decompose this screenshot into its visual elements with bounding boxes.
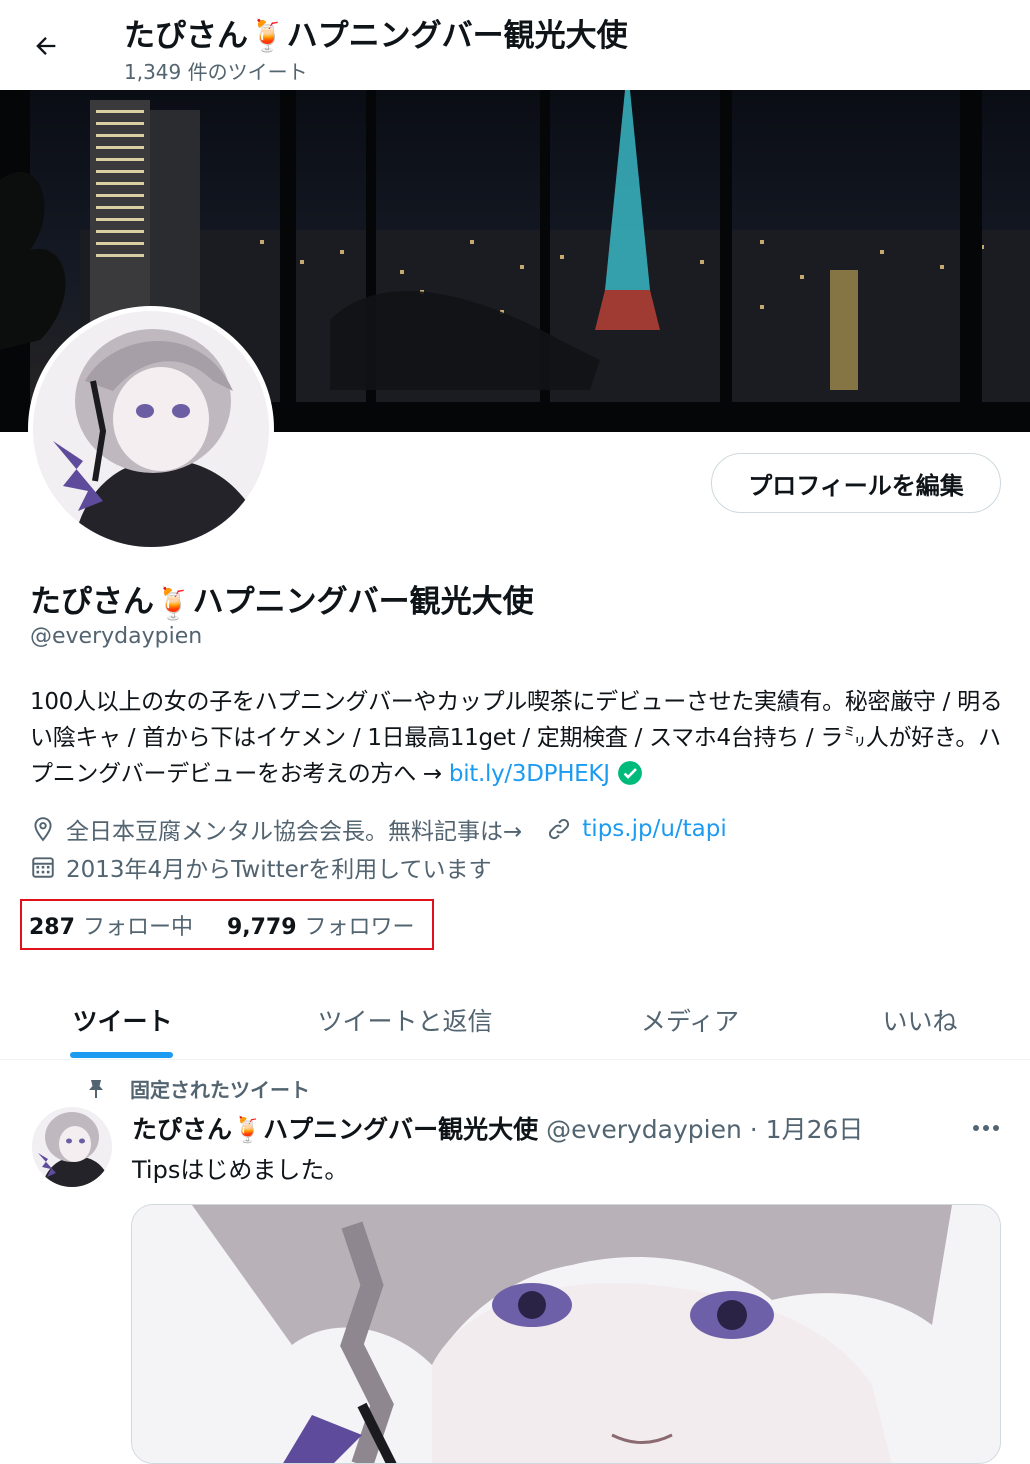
following-label: フォロー中 <box>82 914 193 940</box>
profile-website-link[interactable]: tips.jp/u/tapi <box>582 816 726 842</box>
profile-joined-row: 2013年4月からTwitterを利用しています <box>30 850 492 884</box>
verified-check-icon <box>617 761 642 785</box>
tweet-author-name-text: たぴさん <box>132 1115 233 1144</box>
arrow-left-icon <box>36 37 56 55</box>
top-bar: たぴさん🍹ハプニングバー観光大使 1,349 件のツイート <box>0 0 1030 90</box>
pinned-label-text: 固定されたツイート <box>130 1078 310 1102</box>
pin-icon <box>89 1079 103 1098</box>
tab-likes[interactable]: いいね <box>860 980 980 1060</box>
following-count: 287 <box>29 914 75 940</box>
profile-handle: @everydaypien <box>30 624 203 649</box>
follow-stats: 287 フォロー中 9,779 フォロワー <box>20 899 434 950</box>
tweet-author-suffix: ハプニングバー観光大使 <box>263 1115 539 1144</box>
avatar-image <box>33 311 269 547</box>
tweet-avatar-image <box>32 1107 112 1187</box>
tweet-text: Tipsはじめました。 <box>132 1156 349 1184</box>
profile-name-text: たぴさん <box>30 584 154 620</box>
header-title: たぴさん🍹ハプニングバー観光大使 <box>124 18 628 54</box>
profile-location: 全日本豆腐メンタル協会会長。無料記事は→ <box>66 819 523 845</box>
tweet-author-avatar[interactable] <box>32 1107 112 1187</box>
tweet-author-handle-date[interactable]: @everydaypien · 1月26日 <box>546 1110 863 1146</box>
followers-count: 9,779 <box>226 914 297 940</box>
tweet-count: 1,349 件のツイート <box>124 60 308 84</box>
profile-tabs: ツイート ツイートと返信 メディア いいね <box>0 980 1030 1060</box>
pinned-tweet-label: 固定されたツイート <box>84 1074 310 1103</box>
profile-display-name: たぴさん🍹ハプニングバー観光大使 <box>30 576 534 622</box>
tab-tweets-and-replies[interactable]: ツイートと返信 <box>290 980 520 1060</box>
followers-link[interactable]: 9,779 フォロワー <box>227 909 415 941</box>
tweet-media-image[interactable] <box>131 1204 1001 1464</box>
tweet-more-button[interactable] <box>964 1110 1008 1146</box>
back-button[interactable] <box>24 24 68 68</box>
profile-meta-row: 全日本豆腐メンタル協会会長。無料記事は→ tips.jp/u/tapi <box>30 812 727 846</box>
tweet-cocktail-emoji: 🍹 <box>232 1115 264 1144</box>
profile-avatar[interactable] <box>28 306 274 552</box>
profile-name-suffix: ハプニングバー観光大使 <box>192 584 534 620</box>
cocktail-emoji: 🍹 <box>154 586 193 622</box>
calendar-icon <box>30 854 56 880</box>
tweet-media-illustration <box>132 1205 1000 1463</box>
profile-joined-date: 2013年4月からTwitterを利用しています <box>66 857 492 883</box>
profile-bio: 100人以上の女の子をハプニングバーやカップル喫茶にデビューさせた実績有。秘密厳… <box>30 684 1005 792</box>
more-dots-icon <box>973 1125 999 1131</box>
active-tab-indicator <box>70 1052 173 1058</box>
link-icon <box>546 816 572 842</box>
tweet-header: たぴさん🍹ハプニングバー観光大使 @everydaypien · 1月26日 <box>132 1110 863 1146</box>
tweet-author-name[interactable]: たぴさん🍹ハプニングバー観光大使 <box>132 1110 538 1146</box>
bio-link[interactable]: bit.ly/3DPHEKJ <box>449 761 610 787</box>
following-link[interactable]: 287 フォロー中 <box>29 909 193 941</box>
followers-label: フォロワー <box>304 914 415 940</box>
edit-profile-button[interactable]: プロフィールを編集 <box>711 453 1001 513</box>
tab-media[interactable]: メディア <box>610 980 770 1060</box>
tab-tweets[interactable]: ツイート <box>40 980 205 1060</box>
location-pin-icon <box>30 816 56 842</box>
